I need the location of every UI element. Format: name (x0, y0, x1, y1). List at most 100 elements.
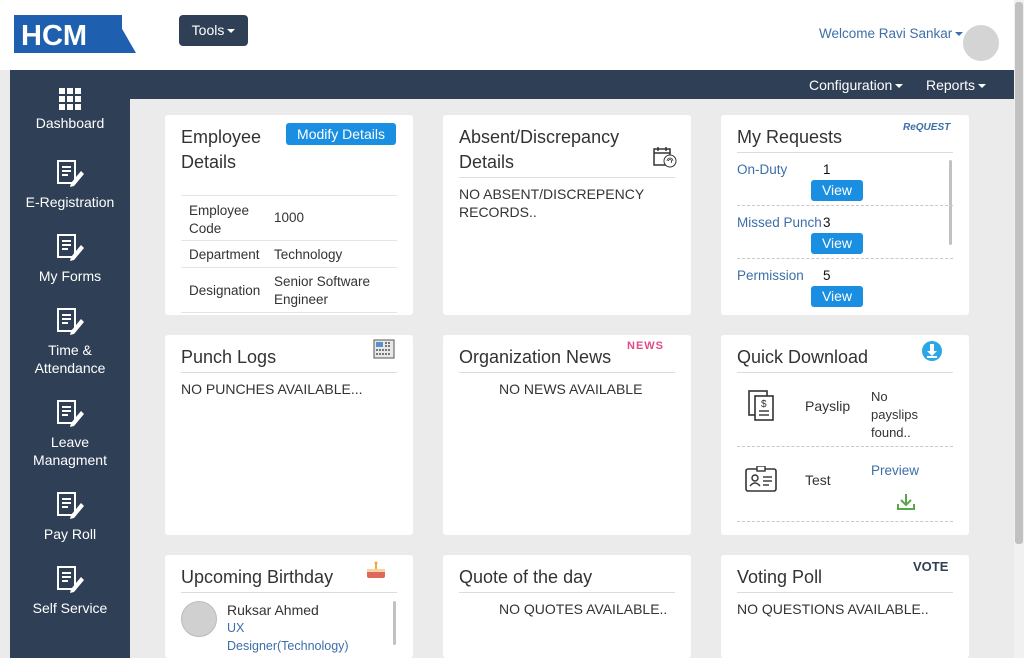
view-missed-punch-button[interactable]: View (811, 233, 863, 254)
divider (737, 446, 953, 447)
divider (737, 205, 953, 206)
divider (737, 592, 953, 593)
view-permission-button[interactable]: View (811, 286, 863, 307)
download-circle-icon (922, 341, 942, 361)
divider (181, 592, 397, 593)
table-row: Department Technology (181, 240, 397, 267)
user-menu[interactable]: Welcome Ravi Sankar (819, 26, 964, 41)
row-value: 1000 (274, 210, 305, 225)
configuration-label: Configuration (809, 77, 893, 93)
sub-navbar: Configuration Reports (10, 70, 1014, 99)
row-value: Technology (274, 247, 343, 262)
card-title: Employee Details (181, 127, 262, 172)
card-title: Voting Poll (737, 567, 823, 587)
view-on-duty-button[interactable]: View (811, 180, 863, 201)
sidebar-item-label: Leave Managment (33, 434, 107, 468)
employee-details-card: Employee Details Modify Details Employee… (165, 115, 413, 315)
grid-icon (59, 88, 81, 110)
welcome-text: Welcome Ravi Sankar (819, 26, 953, 41)
form-edit-icon (57, 400, 84, 427)
quote-of-the-day-card: Quote of the day NO QUOTES AVAILABLE.. (443, 555, 691, 658)
row-key: Department (189, 247, 260, 262)
table-row: Designation Senior Software Engineer (181, 267, 397, 312)
divider (737, 372, 953, 373)
punch-logs-card: Punch Logs NO PUNCHES AVAILABLE... (165, 335, 413, 535)
sidebar-item-self-service[interactable]: Self Service (10, 565, 130, 617)
card-title: My Requests (737, 127, 843, 147)
row-key: Employee Code (189, 203, 250, 236)
logo-text: HCM (21, 20, 87, 52)
empty-message: NO QUOTES AVAILABLE.. (499, 601, 668, 617)
configuration-menu[interactable]: Configuration (809, 77, 904, 93)
card-title: Upcoming Birthday (181, 567, 334, 587)
download-arrow-icon[interactable] (896, 493, 916, 511)
card-title: Organization News (459, 347, 612, 367)
empty-message: NO ABSENT/DISCREPENCY RECORDS.. (459, 186, 644, 220)
sidebar-item-label: Self Service (32, 600, 108, 616)
divider (459, 177, 675, 178)
caret-down-icon (227, 29, 236, 34)
form-edit-icon (57, 566, 84, 593)
list-scrollbar[interactable] (949, 160, 952, 245)
reports-menu[interactable]: Reports (926, 77, 987, 93)
sidebar-item-dashboard[interactable]: Dashboard (10, 88, 130, 132)
form-edit-icon (57, 160, 84, 187)
sidebar-item-label: My Forms (38, 268, 102, 284)
request-missed-punch-link[interactable]: Missed Punch (737, 215, 822, 230)
reports-label: Reports (926, 77, 976, 93)
caret-down-icon (955, 32, 964, 37)
birthday-name: Ruksar Ahmed (227, 602, 319, 618)
payslip-label: Payslip (805, 398, 851, 414)
card-title: Quick Download (737, 347, 869, 367)
form-edit-icon (57, 308, 84, 335)
vote-badge: VOTE (913, 559, 949, 574)
empty-message: NO QUESTIONS AVAILABLE.. (737, 601, 929, 617)
modify-details-button[interactable]: Modify Details (286, 123, 396, 145)
employee-avatar (181, 601, 217, 637)
punch-machine-icon (373, 339, 395, 359)
request-on-duty-link[interactable]: On-Duty (737, 162, 787, 177)
form-edit-icon (57, 234, 84, 261)
sidebar-item-e-registration[interactable]: E-Registration (10, 159, 130, 211)
birthday-role[interactable]: UX (227, 621, 244, 635)
empty-message: NO PUNCHES AVAILABLE... (181, 381, 363, 397)
preview-link[interactable]: Preview (871, 463, 919, 478)
row-value: Senior Software Engineer (274, 274, 371, 307)
table-row: Employee Code 1000 (181, 195, 397, 240)
sidebar-item-pay-roll[interactable]: Pay Roll (10, 491, 130, 543)
page-scrollbar-thumb[interactable] (1015, 2, 1023, 544)
top-header: HCM Tools Welcome Ravi Sankar (0, 0, 1014, 70)
tools-label: Tools (191, 22, 225, 38)
absent-discrepancy-card: Absent/Discrepancy Details NO ABSENT/DIS… (443, 115, 691, 315)
divider (459, 372, 675, 373)
sidebar-item-label: Pay Roll (43, 526, 97, 542)
sidebar-item-my-forms[interactable]: My Forms (10, 233, 130, 285)
sidebar-item-label: E-Registration (25, 194, 115, 210)
card-title: Absent/Discrepancy Details (459, 127, 620, 172)
sidebar-item-label: Time & Attendance (34, 342, 106, 376)
birthday-department[interactable]: Designer(Technology) (227, 639, 349, 653)
empty-message: NO NEWS AVAILABLE (499, 381, 643, 397)
test-label: Test (805, 472, 831, 488)
list-scrollbar[interactable] (393, 601, 396, 645)
form-edit-icon (57, 492, 84, 519)
quick-download-card: Quick Download $ Payslip No payslips fou… (721, 335, 969, 535)
payslip-document-icon: $ (748, 390, 774, 421)
request-permission-link[interactable]: Permission (737, 268, 804, 283)
birthday-cake-icon (367, 561, 385, 578)
divider (459, 592, 675, 593)
sidebar-item-time-attendance[interactable]: Time & Attendance (10, 307, 130, 377)
table-row: Mobile 9998515145 (181, 312, 397, 315)
sidebar-item-leave-management[interactable]: Leave Managment (10, 399, 130, 469)
caret-down-icon (895, 84, 904, 89)
divider (181, 372, 397, 373)
divider (737, 152, 953, 153)
row-key: Designation (189, 283, 261, 298)
tools-dropdown-button[interactable]: Tools (179, 15, 248, 46)
user-avatar[interactable] (963, 25, 999, 61)
caret-down-icon (978, 84, 987, 89)
card-title: Punch Logs (181, 347, 277, 367)
voting-poll-card: Voting Poll VOTE NO QUESTIONS AVAILABLE.… (721, 555, 969, 658)
my-requests-card: My Requests ReQUEST On-Duty 1 View Misse… (721, 115, 969, 315)
hcm-logo[interactable]: HCM (14, 15, 136, 53)
